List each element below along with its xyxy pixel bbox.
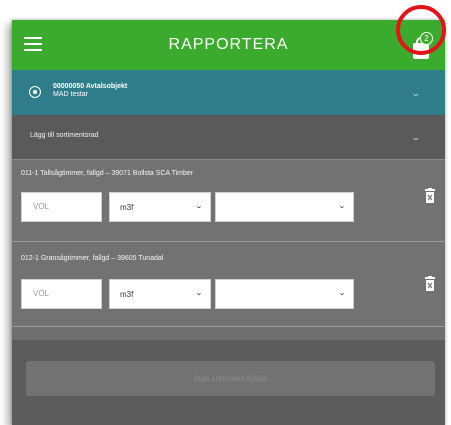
chevron-down-icon[interactable]: ⌄: [410, 132, 421, 143]
add-assortment-row[interactable]: Lägg till sortimentsrad ⌄: [12, 115, 445, 160]
radio-icon[interactable]: [29, 86, 41, 98]
assortment-label: 012-1 Gransågtimmer, fallgd – 39605 Tuna…: [21, 255, 164, 262]
basket-count-badge: 2: [420, 32, 433, 45]
trash-icon[interactable]: [424, 276, 436, 292]
basket-button[interactable]: 2: [407, 31, 435, 61]
footer: Inga sortiment ifyllda: [12, 340, 445, 425]
page-title: RAPPORTERA: [168, 36, 289, 53]
chevron-down-icon: ⌄: [195, 203, 203, 210]
option-select[interactable]: ⌄: [215, 192, 354, 222]
assortment-label: 011-1 Tallsågtimmer, fallgd – 39071 Boll…: [21, 170, 194, 177]
assortment-row: 011-1 Tallsågtimmer, fallgd – 39071 Boll…: [12, 160, 445, 242]
top-bar: RAPPORTERA 2: [12, 20, 445, 70]
unit-select[interactable]: m3f ⌄: [109, 192, 211, 222]
contract-object-title: 00000050 Avtalsobjekt: [53, 83, 128, 90]
unit-select-value: m3f: [120, 290, 134, 299]
chevron-down-icon: ⌄: [338, 203, 346, 210]
unit-select[interactable]: m3f ⌄: [109, 279, 211, 309]
option-select[interactable]: ⌄: [215, 279, 354, 309]
volume-input[interactable]: VOL: [21, 279, 102, 309]
app-frame: RAPPORTERA 2 00000050 Avtalsobjekt MAD t…: [12, 20, 445, 425]
volume-input[interactable]: VOL: [21, 192, 102, 222]
assortment-row: 012-1 Gransågtimmer, fallgd – 39605 Tuna…: [12, 242, 445, 327]
trash-icon[interactable]: [424, 188, 436, 204]
unit-select-value: m3f: [120, 203, 134, 212]
chevron-down-icon: ⌄: [338, 290, 346, 297]
chevron-down-icon: ⌄: [195, 290, 203, 297]
add-assortment-label: Lägg till sortimentsrad: [30, 132, 99, 139]
contract-object-subtitle: MAD testar: [53, 91, 89, 98]
submit-button[interactable]: Inga sortiment ifyllda: [26, 361, 435, 396]
contract-object-selector[interactable]: 00000050 Avtalsobjekt MAD testar ⌄: [12, 70, 445, 115]
chevron-down-icon[interactable]: ⌄: [410, 88, 421, 99]
